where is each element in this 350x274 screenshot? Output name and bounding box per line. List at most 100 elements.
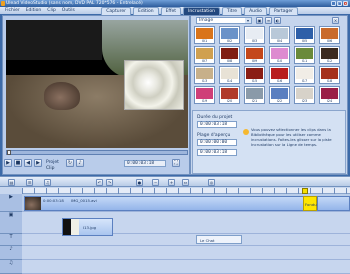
stop-button[interactable]: ■ bbox=[14, 159, 22, 167]
scrubber-handle[interactable] bbox=[7, 150, 11, 155]
thumbnail-image bbox=[246, 68, 263, 79]
library-thumbnail[interactable]: I16 bbox=[269, 66, 290, 84]
tab-titre[interactable]: Titre bbox=[221, 7, 243, 15]
library-thumbnail[interactable]: I06 bbox=[319, 26, 340, 44]
tab-audio[interactable]: Audio bbox=[244, 7, 267, 15]
thumbnail-image bbox=[196, 68, 213, 79]
library-thumbnail[interactable]: I22 bbox=[269, 86, 290, 104]
library-thumbnail[interactable]: I17 bbox=[294, 66, 315, 84]
library-thumbnail[interactable]: I24 bbox=[319, 86, 340, 104]
minimize-icon[interactable]: _ bbox=[331, 1, 336, 6]
library-thumbnail[interactable]: I01 bbox=[194, 26, 215, 44]
range-start-field[interactable]: 0:00:00:00 bbox=[197, 139, 237, 146]
tab-capturer[interactable]: Capturer bbox=[101, 7, 132, 15]
video-track-header[interactable]: ▶ bbox=[0, 194, 22, 212]
library-thumbnail[interactable]: I03 bbox=[244, 26, 265, 44]
video-clip-thumbnail bbox=[25, 197, 41, 210]
library-thumbnail[interactable]: I10 bbox=[269, 46, 290, 64]
library-thumbnail[interactable]: I05 bbox=[294, 26, 315, 44]
library-thumbnail[interactable]: I09 bbox=[244, 46, 265, 64]
clip-mode-label[interactable]: Clip bbox=[46, 166, 55, 171]
video-clip-duration: 0:00:03:18 bbox=[43, 198, 64, 203]
thumbnail-label: I11 bbox=[301, 59, 308, 63]
library-thumbnail[interactable]: I15 bbox=[244, 66, 265, 84]
undo-icon[interactable]: ↶ bbox=[96, 179, 103, 186]
range-end-field[interactable]: 0:00:03:18 bbox=[197, 149, 237, 156]
record-icon[interactable]: ● bbox=[136, 179, 143, 186]
library-thumbnail[interactable]: I20 bbox=[219, 86, 240, 104]
sort-icon[interactable]: ≡ bbox=[265, 17, 272, 24]
library-thumbnail[interactable]: I11 bbox=[294, 46, 315, 64]
zoom-out-icon[interactable]: − bbox=[152, 179, 159, 186]
thumbnail-label: I21 bbox=[251, 99, 258, 103]
import-folder-icon[interactable]: ▣ bbox=[256, 17, 263, 24]
timeline-view-icon[interactable]: ☰ bbox=[26, 179, 33, 186]
library-thumbnail[interactable]: I21 bbox=[244, 86, 265, 104]
project-mode-label[interactable]: Projet bbox=[46, 160, 59, 165]
library-thumbnail[interactable]: I12 bbox=[319, 46, 340, 64]
loop-button[interactable]: ↻ bbox=[66, 159, 74, 167]
audio-view-icon[interactable]: ♫ bbox=[44, 179, 51, 186]
title-clip[interactable]: Le Chat bbox=[196, 235, 242, 244]
overlay-clip[interactable]: I13.jpg bbox=[62, 218, 113, 236]
tab-effet[interactable]: Effet bbox=[160, 7, 182, 15]
title-track-header[interactable]: T bbox=[0, 234, 22, 246]
library-thumbnail[interactable]: I23 bbox=[294, 86, 315, 104]
next-frame-button[interactable]: ▶ bbox=[34, 159, 42, 167]
preview-background bbox=[6, 20, 102, 60]
zoom-in-icon[interactable]: + bbox=[168, 179, 175, 186]
maximize-icon[interactable]: □ bbox=[337, 1, 342, 6]
thumbnail-label: I22 bbox=[276, 99, 283, 103]
duration-field[interactable]: 0:00:03:18 bbox=[197, 121, 237, 128]
music-track[interactable] bbox=[22, 260, 350, 274]
library-thumbnail[interactable]: I08 bbox=[219, 46, 240, 64]
library-thumbnail[interactable]: I02 bbox=[219, 26, 240, 44]
library-thumbnail[interactable]: I18 bbox=[319, 66, 340, 84]
options-icon[interactable]: ◐ bbox=[274, 17, 281, 24]
overlay-image-preview[interactable] bbox=[124, 60, 184, 110]
title-clip-text: Le Chat bbox=[200, 238, 215, 243]
voice-track[interactable] bbox=[22, 246, 350, 260]
fit-project-icon[interactable]: ⇔ bbox=[182, 179, 189, 186]
thumbnail-image bbox=[271, 88, 288, 99]
timecode-display[interactable]: 0:00:03:18 bbox=[124, 160, 166, 167]
thumbnail-label: I14 bbox=[226, 79, 233, 83]
tab-edition[interactable]: Edition bbox=[133, 7, 159, 15]
tab-incrustation[interactable]: Incrustation bbox=[183, 7, 220, 15]
voice-track-header[interactable]: ♪ bbox=[0, 246, 22, 260]
preview-window[interactable] bbox=[6, 20, 188, 148]
music-track-header[interactable]: ♫ bbox=[0, 260, 22, 274]
timeline-toolbar: ▤ ☰ ♫ ↶ ↷ ● − + ⇔ ◎ bbox=[0, 176, 350, 187]
library-close-icon[interactable]: × bbox=[332, 17, 339, 24]
thumbnail-image bbox=[296, 88, 313, 99]
library-thumbnail[interactable]: I13 bbox=[194, 66, 215, 84]
info-icon bbox=[243, 129, 249, 135]
previous-frame-button[interactable]: ◀ bbox=[24, 159, 32, 167]
library-thumbnail[interactable]: I07 bbox=[194, 46, 215, 64]
tab-partager[interactable]: Partager bbox=[268, 7, 298, 15]
video-clip[interactable]: 0:00:03:18 IMG_0015.avi bbox=[24, 196, 304, 211]
overlay-track-header[interactable]: ▣ bbox=[0, 212, 22, 234]
preview-scrubber[interactable] bbox=[6, 150, 188, 155]
thumbnail-image bbox=[196, 48, 213, 59]
timeline-marker[interactable] bbox=[302, 188, 308, 194]
project-info-icon[interactable]: ◎ bbox=[208, 179, 215, 186]
fullscreen-button[interactable]: ⛶ bbox=[172, 159, 180, 167]
library-thumbnail[interactable]: I19 bbox=[194, 86, 215, 104]
app-icon bbox=[1, 1, 5, 6]
transition-clip[interactable]: Fondu bbox=[303, 196, 317, 211]
properties-panel: Durée du projet 0:00:03:18 Plage d'aperç… bbox=[192, 110, 346, 174]
playback-controls: ▶ ■ ◀ ▶ Projet Clip ↻ ♪ 0:00:03:18 ⛶ bbox=[4, 157, 188, 173]
thumbnail-image bbox=[221, 48, 238, 59]
library-category-select[interactable]: Image ▾ bbox=[196, 17, 252, 24]
chevron-down-icon[interactable]: ▾ bbox=[245, 18, 251, 23]
play-button[interactable]: ▶ bbox=[4, 159, 12, 167]
volume-button[interactable]: ♪ bbox=[76, 159, 84, 167]
video-clip[interactable] bbox=[317, 196, 350, 211]
redo-icon[interactable]: ↷ bbox=[106, 179, 113, 186]
storyboard-view-icon[interactable]: ▤ bbox=[8, 179, 15, 186]
close-icon[interactable]: × bbox=[343, 1, 348, 6]
library-thumbnail[interactable]: I04 bbox=[269, 26, 290, 44]
library-thumbnail[interactable]: I14 bbox=[219, 66, 240, 84]
thumbnail-image bbox=[246, 88, 263, 99]
